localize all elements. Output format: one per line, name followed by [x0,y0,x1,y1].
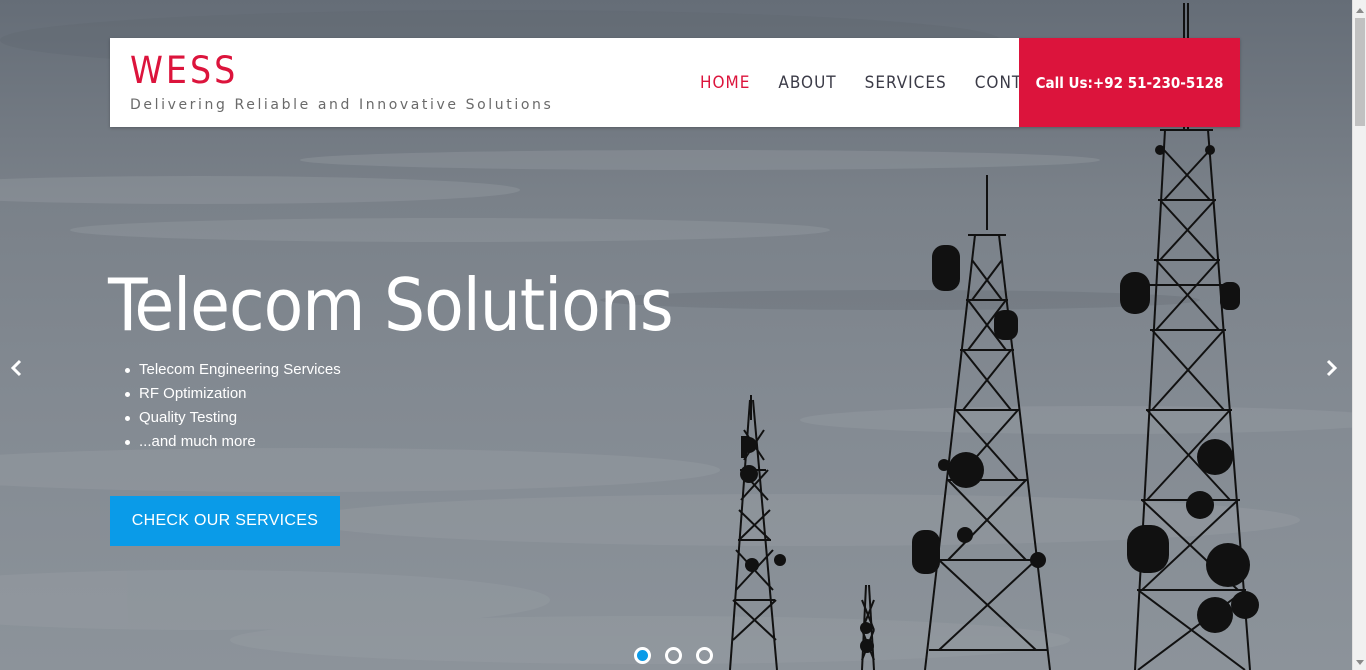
main-nav: HOME ABOUT SERVICES CONTACT [686,38,1068,127]
scroll-thumb[interactable] [1355,18,1365,126]
brand: WESS Delivering Reliable and Innovative … [130,50,554,114]
slide-feature-list: Telecom Engineering Services RF Optimiza… [125,358,341,454]
scroll-down-button[interactable] [1353,656,1366,670]
scroll-up-arrow-icon [1356,8,1364,13]
chevron-right-icon [1326,359,1338,377]
check-services-button[interactable]: CHECK OUR SERVICES [110,496,340,546]
list-item: RF Optimization [125,382,341,406]
carousel-dot-3[interactable] [696,647,713,664]
scroll-down-arrow-icon [1356,660,1364,665]
list-item: Telecom Engineering Services [125,358,341,382]
scroll-up-button[interactable] [1353,3,1366,17]
call-us-button[interactable]: Call Us:+92 51-230-5128 [1019,38,1240,127]
site-logo[interactable]: WESS [130,50,553,92]
nav-services[interactable]: SERVICES [865,73,947,93]
list-item: ...and much more [125,430,341,454]
nav-about[interactable]: ABOUT [778,73,836,93]
carousel-indicators [634,647,713,664]
nav-home[interactable]: HOME [700,73,750,93]
carousel-prev-button[interactable] [3,355,29,381]
site-header: WESS Delivering Reliable and Innovative … [110,38,1240,127]
list-item: Quality Testing [125,406,341,430]
site-tagline: Delivering Reliable and Innovative Solut… [130,97,554,113]
page-scrollbar[interactable] [1352,0,1366,670]
carousel-next-button[interactable] [1319,355,1345,381]
chevron-left-icon [10,359,22,377]
slide-headline: Telecom Solutions [108,263,674,347]
carousel-dot-1[interactable] [634,647,651,664]
carousel-dot-2[interactable] [665,647,682,664]
